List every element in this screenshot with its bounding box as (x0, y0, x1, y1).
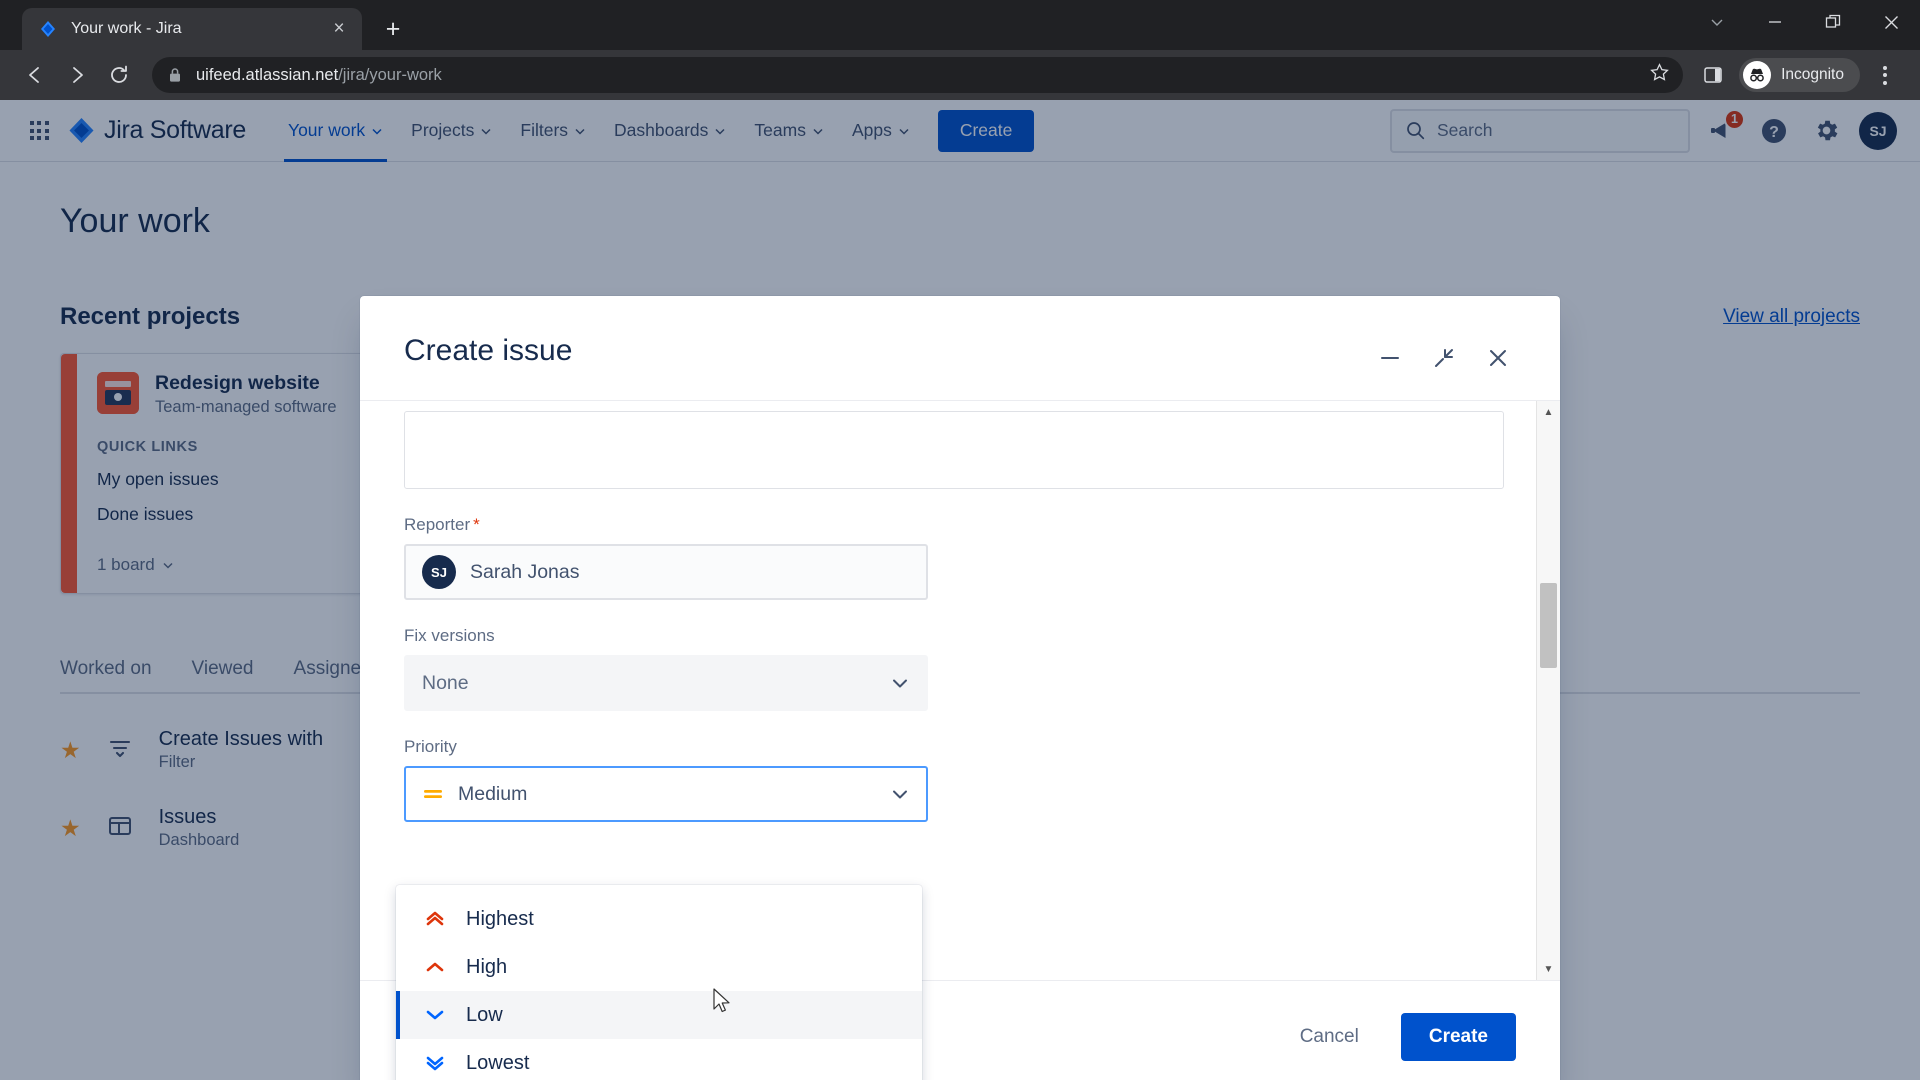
reporter-input[interactable]: SJ Sarah Jonas (404, 544, 928, 600)
browser-tab[interactable]: Your work - Jira × (22, 8, 362, 50)
incognito-icon (1743, 61, 1772, 89)
side-panel-icon[interactable] (1693, 55, 1733, 95)
priority-option-label: High (466, 955, 508, 978)
profile-label: Incognito (1781, 66, 1844, 83)
back-icon[interactable] (14, 54, 56, 96)
browser-titlebar: Your work - Jira × + (0, 0, 1920, 50)
label-text: Reporter (404, 515, 471, 534)
reporter-avatar: SJ (422, 555, 456, 589)
modal-header: Create issue (360, 296, 1560, 400)
scroll-up-icon[interactable]: ▲ (1544, 401, 1554, 423)
create-issue-button[interactable]: Create (1400, 1012, 1516, 1061)
tab-close-icon[interactable]: × (326, 16, 352, 42)
window-controls (1688, 0, 1920, 44)
minimize-icon[interactable] (1746, 0, 1804, 44)
reporter-label: Reporter * (404, 515, 928, 535)
mouse-cursor-icon (712, 988, 732, 1021)
browser-window: Your work - Jira × + uifeed.atlassian.ne… (0, 0, 1920, 1080)
priority-value: Medium (458, 782, 528, 805)
jira-favicon-icon (38, 19, 58, 39)
page-content: Jira Software Your work Projects Filters… (0, 100, 1920, 1080)
description-textarea[interactable] (404, 411, 1504, 489)
priority-label: Priority (404, 737, 457, 756)
priority-option-highest[interactable]: Highest (396, 895, 922, 943)
lock-icon (168, 67, 182, 83)
priority-lowest-icon (424, 1052, 446, 1074)
reload-icon[interactable] (98, 54, 140, 96)
fix-versions-label: Fix versions (404, 626, 495, 645)
required-marker: * (473, 515, 480, 534)
window-close-icon[interactable] (1862, 0, 1920, 44)
modal-title: Create issue (404, 334, 573, 367)
close-modal-icon[interactable] (1480, 340, 1516, 376)
priority-field: Priority Medium (404, 737, 928, 822)
chevron-down-icon (890, 673, 910, 693)
chevron-down-icon[interactable] (1688, 0, 1746, 44)
priority-low-icon (424, 1004, 446, 1026)
url-domain: uifeed.atlassian.net (196, 65, 339, 84)
priority-option-label: Lowest (466, 1051, 530, 1074)
priority-option-label: Highest (466, 907, 534, 930)
fix-versions-select[interactable]: None (404, 655, 928, 711)
address-bar[interactable]: uifeed.atlassian.net/jira/your-work (152, 57, 1684, 93)
url-path: /jira/your-work (338, 65, 442, 84)
browser-menu-icon[interactable] (1864, 54, 1906, 96)
browser-tab-title: Your work - Jira (71, 20, 182, 37)
scrollbar-thumb[interactable] (1540, 583, 1557, 668)
priority-high-icon (424, 956, 446, 978)
minimize-modal-icon[interactable] (1372, 340, 1408, 376)
chevron-down-icon (890, 784, 910, 804)
modal-header-actions (1372, 334, 1516, 376)
scrollbar-track[interactable] (1537, 423, 1560, 958)
shrink-modal-icon[interactable] (1426, 340, 1462, 376)
priority-highest-icon (424, 908, 446, 930)
priority-option-label: Low (466, 1003, 503, 1026)
fix-versions-field: Fix versions None (404, 626, 928, 711)
new-tab-button[interactable]: + (376, 12, 410, 46)
priority-select[interactable]: Medium (404, 766, 928, 822)
priority-dropdown-menu: Highest High Low Lowest (396, 885, 922, 1080)
browser-toolbar: uifeed.atlassian.net/jira/your-work Inco… (0, 50, 1920, 100)
scroll-down-icon[interactable]: ▼ (1544, 958, 1554, 980)
address-bar-url: uifeed.atlassian.net/jira/your-work (196, 66, 442, 85)
forward-icon[interactable] (56, 54, 98, 96)
reporter-value: Sarah Jonas (470, 560, 580, 583)
reporter-field: Reporter * SJ Sarah Jonas (404, 515, 928, 600)
cancel-button[interactable]: Cancel (1284, 1016, 1375, 1058)
priority-option-lowest[interactable]: Lowest (396, 1039, 922, 1080)
profile-incognito-button[interactable]: Incognito (1739, 58, 1860, 92)
priority-option-low[interactable]: Low (396, 991, 922, 1039)
priority-option-high[interactable]: High (396, 943, 922, 991)
priority-medium-icon (422, 783, 444, 805)
fix-versions-value: None (422, 671, 469, 694)
bookmark-star-icon[interactable] (1650, 63, 1669, 87)
maximize-icon[interactable] (1804, 0, 1862, 44)
modal-scrollbar[interactable]: ▲ ▼ (1536, 401, 1560, 980)
